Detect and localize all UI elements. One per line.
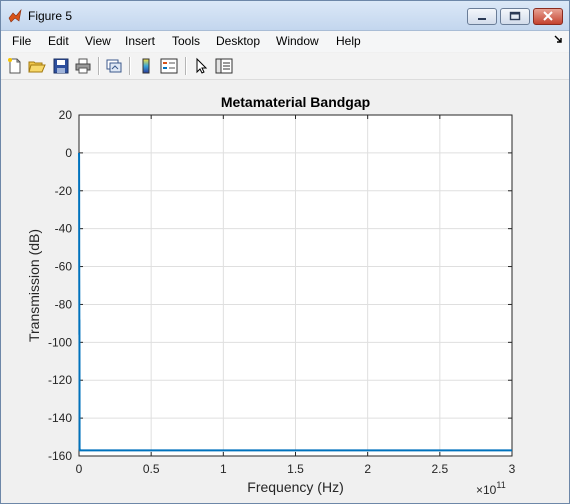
- x-exponent-base: ×10: [476, 483, 497, 497]
- window-title: Figure 5: [28, 9, 73, 23]
- pointer-icon[interactable]: [192, 57, 210, 75]
- colorbar-icon[interactable]: [137, 57, 155, 75]
- menu-desktop[interactable]: Desktop: [216, 34, 260, 48]
- x-axis-exponent-label: ×1011: [476, 480, 506, 497]
- y-tick-label: -40: [55, 222, 73, 236]
- link-plot-icon[interactable]: [105, 57, 123, 75]
- y-tick-label: -60: [55, 260, 73, 274]
- menu-window[interactable]: Window: [276, 34, 319, 48]
- x-tick-label: 0: [76, 462, 83, 476]
- y-tick-label: -100: [48, 335, 72, 349]
- x-tick-label: 1: [220, 462, 227, 476]
- menu-insert[interactable]: Insert: [125, 34, 155, 48]
- minimize-button[interactable]: [467, 8, 497, 25]
- menu-help[interactable]: Help: [336, 34, 361, 48]
- new-figure-icon[interactable]: [6, 57, 24, 75]
- menu-tools[interactable]: Tools: [172, 34, 200, 48]
- matlab-icon: [8, 8, 22, 23]
- y-tick-label: -20: [55, 184, 73, 198]
- close-button[interactable]: [533, 8, 563, 25]
- menu-overflow-arrow-icon[interactable]: [553, 34, 563, 49]
- menu-bar: File Edit View Insert Tools Desktop Wind…: [1, 31, 569, 52]
- x-tick-label: 1.5: [287, 462, 304, 476]
- x-tick-label: 0.5: [143, 462, 160, 476]
- save-icon[interactable]: [52, 57, 70, 75]
- menu-edit[interactable]: Edit: [48, 34, 69, 48]
- y-tick-label: -80: [55, 297, 73, 311]
- x-tick-label: 2.5: [431, 462, 448, 476]
- figure-window: Figure 5 File Edit View Insert Tools Des…: [0, 0, 570, 504]
- menu-view[interactable]: View: [85, 34, 111, 48]
- y-tick-label: 0: [65, 146, 72, 160]
- y-tick-label: -160: [48, 449, 72, 463]
- property-inspector-icon[interactable]: [215, 57, 233, 75]
- toolbar-separator: [98, 57, 100, 75]
- legend-icon[interactable]: [160, 57, 178, 75]
- print-icon[interactable]: [74, 57, 92, 75]
- chart-title: Metamaterial Bandgap: [221, 94, 370, 110]
- x-tick-label: 2: [364, 462, 371, 476]
- maximize-button[interactable]: [500, 8, 530, 25]
- x-axis-label: Frequency (Hz): [247, 479, 343, 495]
- toolbar-separator: [129, 57, 131, 75]
- menu-file[interactable]: File: [12, 34, 31, 48]
- toolbar: [1, 53, 569, 80]
- y-tick-label: -120: [48, 373, 72, 387]
- y-tick-label: -140: [48, 411, 72, 425]
- toolbar-separator: [185, 57, 187, 75]
- figure-canvas[interactable]: 0 0.5 1 1.5 2 2.5 3 20 0 -20 -40 -60 -80 -100 -120 -140…: [6, 84, 566, 500]
- title-bar[interactable]: Figure 5: [1, 1, 569, 31]
- y-axis-label: Transmission (dB): [26, 229, 42, 342]
- plot-svg[interactable]: 0 0.5 1 1.5 2 2.5 3 20 0 -20 -40 -60 -80 -100 -120 -140…: [6, 84, 566, 500]
- y-tick-label: 20: [59, 108, 73, 122]
- x-tick-label: 3: [509, 462, 516, 476]
- open-file-icon[interactable]: [28, 57, 46, 75]
- x-exponent-power: 11: [496, 480, 505, 490]
